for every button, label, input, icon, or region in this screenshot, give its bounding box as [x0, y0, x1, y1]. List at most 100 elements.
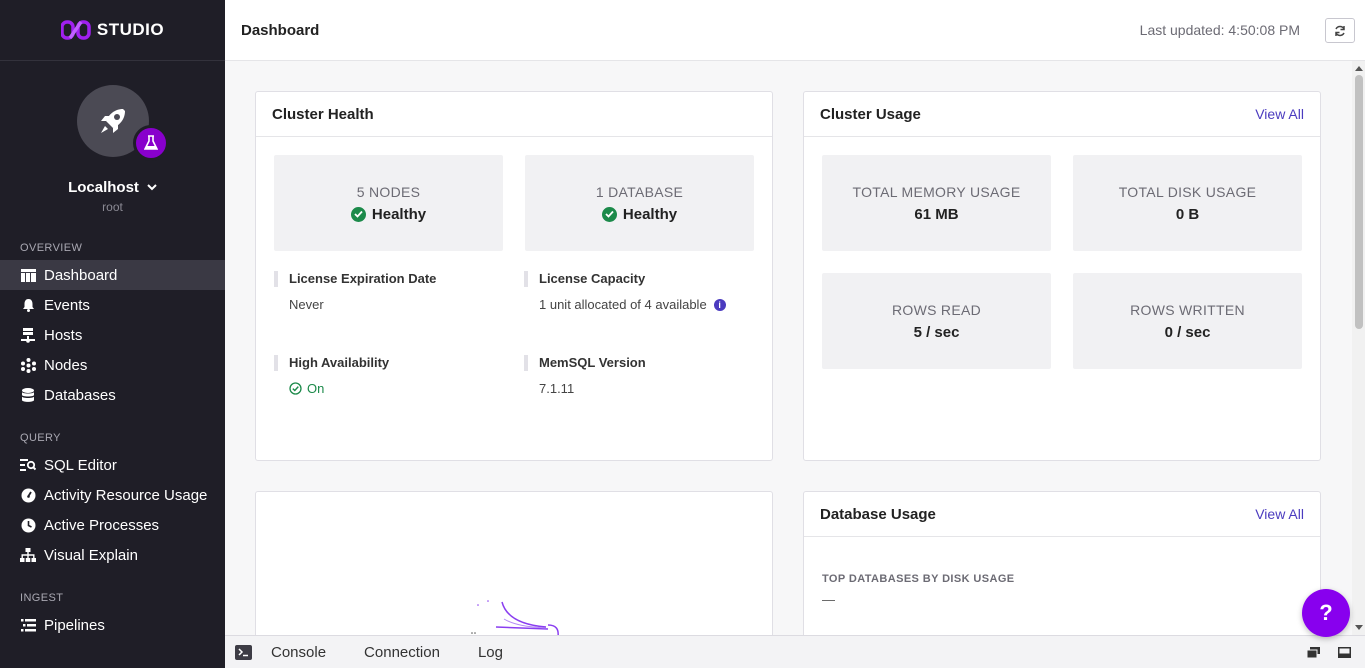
activity-icon	[20, 487, 36, 503]
nav-label: Events	[44, 296, 90, 314]
tile-value: 5 / sec	[913, 323, 960, 341]
host-user: root	[102, 200, 123, 214]
nav-section-overview: OVERVIEW	[20, 242, 83, 254]
tile-value: Healthy	[601, 205, 678, 223]
pipelines-icon	[20, 617, 36, 633]
nav-item-visual-explain[interactable]: Visual Explain	[0, 540, 225, 570]
nav-label: Dashboard	[44, 266, 118, 284]
card-header: Cluster Usage View All	[804, 92, 1320, 137]
license-capacity: License Capacity 1 unit allocated of 4 a…	[524, 271, 754, 312]
prop-value: Never	[289, 297, 324, 312]
sql-editor-icon	[20, 457, 36, 473]
info-icon[interactable]: i	[713, 298, 726, 311]
flask-icon	[132, 125, 169, 161]
illustration-graphic	[471, 600, 559, 635]
chevron-down-icon	[147, 184, 157, 191]
hosts-icon	[20, 327, 36, 343]
rocket-icon	[100, 109, 125, 133]
scroll-thumb[interactable]	[1355, 75, 1363, 329]
database-icon	[20, 387, 36, 403]
bottom-bar: Console Connection Log	[225, 635, 1365, 668]
host-name: Localhost	[68, 179, 139, 196]
nav-label: Pipelines	[44, 616, 105, 634]
top-databases-label: TOP DATABASES BY DISK USAGE	[822, 573, 1015, 585]
refresh-button[interactable]	[1325, 18, 1355, 43]
sitemap-icon	[20, 547, 36, 563]
tab-connection[interactable]: Connection	[364, 644, 440, 661]
studio-logo-icon	[60, 20, 91, 40]
nav-label: Visual Explain	[44, 546, 138, 564]
sidebar: STUDIO Localhost root OVERVIEW Dashboard…	[0, 0, 225, 668]
tile-value: 61 MB	[914, 205, 959, 223]
host-selector[interactable]: Localhost	[68, 179, 157, 196]
terminal-icon[interactable]	[235, 644, 252, 660]
nav-item-hosts[interactable]: Hosts	[0, 320, 225, 350]
card-title: Database Usage	[820, 505, 936, 523]
rows-read-tile[interactable]: ROWS READ 5 / sec	[822, 273, 1051, 369]
brand[interactable]: STUDIO	[0, 0, 225, 61]
health-status: Healthy	[371, 205, 427, 223]
tile-value: 0 B	[1175, 205, 1200, 223]
scroll-down-arrow-icon[interactable]	[1355, 625, 1363, 630]
content-scrollbar[interactable]	[1352, 61, 1365, 635]
nav-label: Activity Resource Usage	[44, 486, 208, 504]
prop-label: License Capacity	[524, 271, 754, 287]
card-header: Database Usage View All	[804, 492, 1320, 537]
nav-item-active-processes[interactable]: Active Processes	[0, 510, 225, 540]
health-status: Healthy	[622, 205, 678, 223]
tile-value: 0 / sec	[1164, 323, 1211, 341]
cluster-usage-card: Cluster Usage View All TOTAL MEMORY USAG…	[803, 91, 1321, 461]
nav-label: Databases	[44, 386, 116, 404]
top-databases-empty-value: —	[822, 592, 835, 607]
nav-label: Active Processes	[44, 516, 160, 534]
host-profile: Localhost root	[0, 61, 225, 214]
disk-usage-tile[interactable]: TOTAL DISK USAGE 0 B	[1073, 155, 1302, 251]
tile-label: ROWS READ	[891, 301, 982, 318]
prop-label: High Availability	[274, 355, 504, 371]
tab-console[interactable]: Console	[271, 644, 326, 661]
nav-item-nodes[interactable]: Nodes	[0, 350, 225, 380]
tile-label: 5 NODES	[356, 183, 421, 200]
prop-value-row: On	[274, 381, 504, 396]
tab-log[interactable]: Log	[478, 644, 503, 661]
nav-label: Nodes	[44, 356, 88, 374]
avatar	[76, 85, 169, 161]
memory-usage-tile[interactable]: TOTAL MEMORY USAGE 61 MB	[822, 155, 1051, 251]
prop-label: MemSQL Version	[524, 355, 754, 371]
check-circle-icon	[601, 206, 617, 222]
nav-section-query: QUERY	[20, 432, 61, 444]
nav-item-sql-editor[interactable]: SQL Editor	[0, 450, 225, 480]
view-all-link[interactable]: View All	[1255, 506, 1304, 522]
tile-label: TOTAL MEMORY USAGE	[852, 183, 1021, 200]
rows-written-tile[interactable]: ROWS WRITTEN 0 / sec	[1073, 273, 1302, 369]
scroll-up-arrow-icon[interactable]	[1355, 66, 1363, 71]
tile-label: TOTAL DISK USAGE	[1118, 183, 1257, 200]
check-circle-icon	[350, 206, 366, 222]
database-tile[interactable]: 1 DATABASE Healthy	[525, 155, 754, 251]
nav-item-databases[interactable]: Databases	[0, 380, 225, 410]
brand-name: STUDIO	[96, 20, 165, 39]
tile-value: Healthy	[350, 205, 427, 223]
view-all-link[interactable]: View All	[1255, 106, 1304, 122]
dashboard-content: Cluster Health 5 NODES Healthy 1 DATABAS…	[225, 61, 1352, 635]
last-updated-text: Last updated: 4:50:08 PM	[1139, 22, 1300, 38]
nav-label: Hosts	[44, 326, 83, 344]
tile-label: ROWS WRITTEN	[1130, 301, 1245, 318]
nav-item-events[interactable]: Events	[0, 290, 225, 320]
high-availability: High Availability On	[274, 355, 504, 396]
bell-icon	[20, 297, 36, 313]
card-title: Cluster Usage	[820, 105, 921, 123]
nodes-tile[interactable]: 5 NODES Healthy	[274, 155, 503, 251]
nav-item-activity-resource-usage[interactable]: Activity Resource Usage	[0, 480, 225, 510]
prop-value: 7.1.11	[539, 381, 575, 396]
nodes-icon	[20, 357, 36, 373]
help-button[interactable]: ?	[1302, 589, 1350, 637]
clock-icon	[20, 517, 36, 533]
prop-value: 1 unit allocated of 4 available	[539, 297, 707, 312]
restore-panel-icon[interactable]	[1307, 647, 1320, 658]
cluster-health-card: Cluster Health 5 NODES Healthy 1 DATABAS…	[255, 91, 773, 461]
nav-item-dashboard[interactable]: Dashboard	[0, 260, 225, 290]
refresh-icon	[1335, 25, 1345, 36]
maximize-panel-icon[interactable]	[1338, 647, 1351, 658]
nav-item-pipelines[interactable]: Pipelines	[0, 610, 225, 640]
